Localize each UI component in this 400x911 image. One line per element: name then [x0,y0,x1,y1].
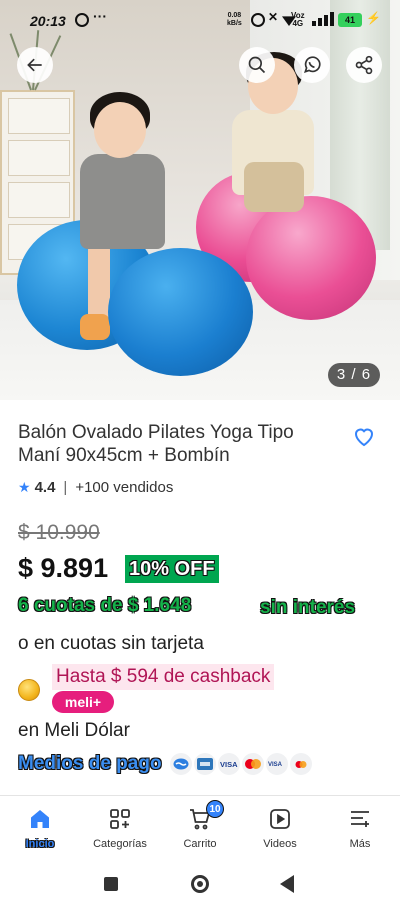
signal-icon [308,12,334,26]
nav-item-categorias[interactable]: Categorías [80,796,160,862]
payment-methods-link[interactable]: Medios de pago [18,753,162,775]
dresser-drawer [8,140,70,176]
payment-methods-row[interactable]: Medios de pago VISA VISA [18,753,314,775]
visa-icon: VISA [217,753,240,775]
system-navigation-bar [0,861,400,911]
charging-icon: ⚡ [366,11,381,25]
whatsapp-icon [304,56,321,73]
product-title: Balón Ovalado Pilates Yoga Tipo Maní 90x… [18,422,294,466]
nav-label: Más [349,838,371,850]
rating-row[interactable]: ★ 4.4 | +100 vendidos [18,479,173,496]
nav-label: Videos [263,838,297,850]
coin-icon [18,679,40,701]
system-back-button[interactable] [280,875,294,893]
rating-separator: | [63,479,68,496]
back-button[interactable] [17,47,53,83]
cart-count-badge: 10 [206,800,224,818]
sold-count: +100 vendidos [75,479,174,496]
menu-icon [351,811,369,827]
current-price: $ 9.891 [18,553,109,583]
installments-amount: 6 cuotas de $ 1.648 [18,595,192,616]
image-counter: 3 / 6 [328,363,380,387]
search-button[interactable] [239,47,275,83]
heart-icon [354,428,374,447]
product-image-gallery[interactable] [0,0,400,400]
play-icon [270,809,290,829]
nav-item-carrito[interactable]: 10 Carrito [160,796,240,862]
home-button[interactable] [191,875,209,893]
status-bar: 20:13 ··· 0.08 kB/s ✕ Voz 4G 41 ⚡ [0,0,400,42]
favorite-button[interactable] [352,424,376,448]
dresser-drawer [8,182,70,218]
mastercard-icon [241,753,264,775]
installments-info: 6 cuotas de $ 1.648 sin interés [18,595,355,618]
whatsapp-notification-icon [75,13,89,27]
svg-text:VISA: VISA [268,762,283,768]
mercado-pago-icon [169,753,192,775]
volte-indicator: Voz 4G [291,11,305,28]
nav-label: Categorías [93,838,147,850]
blue-ball [108,248,253,376]
share-icon [355,55,373,75]
more-notifications-icon: ··· [93,8,107,24]
network-speed: 0.08 kB/s [227,12,242,27]
whatsapp-share-button[interactable] [294,47,330,83]
meli-plus-badge: meli+ [52,691,114,713]
share-button[interactable] [346,47,382,83]
visa-debit-icon: VISA [265,753,288,775]
rating-score: 4.4 [34,479,56,496]
alarm-icon [251,13,265,27]
dresser-drawer [8,98,70,134]
nav-label: Carrito [183,838,217,850]
svg-text:VISA: VISA [220,760,238,769]
status-time: 20:13 [30,13,66,29]
no-interest-label: sin interés [260,597,356,618]
nav-item-mas[interactable]: Más [320,796,400,862]
mute-icon: ✕ [268,10,279,24]
star-icon: ★ [18,479,31,495]
home-icon [31,810,49,828]
original-price: $ 10.990 [18,521,100,544]
cashback-info: Hasta $ 594 de cashback [52,664,275,690]
meli-dolar-label: en Meli Dólar [18,720,130,741]
discount-badge: 10% OFF [125,555,219,583]
amex-icon [193,753,216,775]
nav-label: Inicio [25,838,55,850]
recents-button[interactable] [104,877,118,891]
arrow-left-icon [27,58,42,72]
battery-icon: 41 [338,13,362,27]
search-icon [248,56,266,74]
nav-item-videos[interactable]: Videos [240,796,320,862]
grid-icon [110,809,130,829]
nav-item-inicio[interactable]: Inicio [0,796,80,862]
mastercard-debit-icon [289,753,312,775]
bottom-navigation: Inicio Categorías 10 Carrito Videos Más [0,795,400,861]
installments-without-card-link[interactable]: o en cuotas sin tarjeta [18,633,204,655]
